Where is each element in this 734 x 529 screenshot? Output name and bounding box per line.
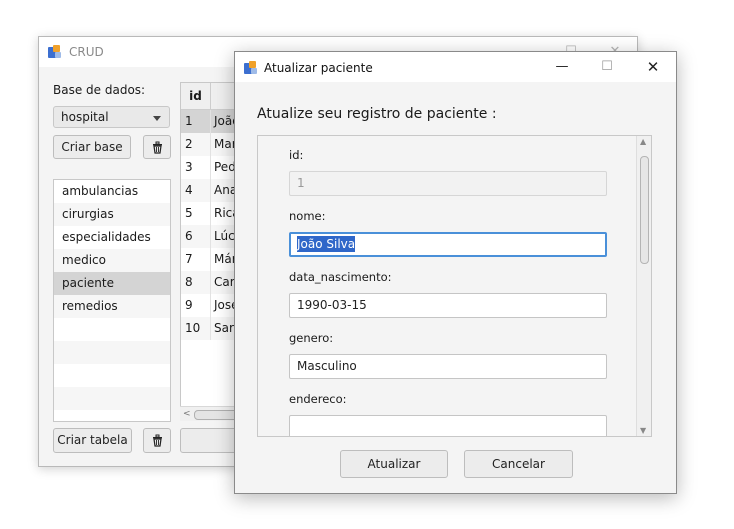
table-row[interactable]: 8 Carl xyxy=(181,271,239,294)
cell-id: 8 xyxy=(181,271,211,294)
trash-icon xyxy=(153,434,162,447)
database-select-value: hospital xyxy=(61,110,109,124)
table-row[interactable]: 7 Már xyxy=(181,248,239,271)
close-icon[interactable]: ✕ xyxy=(631,52,675,82)
scroll-up-icon[interactable]: ▲ xyxy=(640,137,646,146)
nome-field-value: João Silva xyxy=(297,236,356,252)
create-table-button[interactable]: Criar tabela xyxy=(53,428,132,453)
list-item-selected[interactable]: paciente xyxy=(54,272,170,295)
delete-database-button[interactable] xyxy=(143,135,171,159)
cell-id: 6 xyxy=(181,225,211,248)
database-select[interactable]: hospital xyxy=(53,106,170,128)
cell-id: 2 xyxy=(181,133,211,156)
maximize-icon[interactable]: ☐ xyxy=(585,52,629,82)
cell-id: 9 xyxy=(181,294,211,317)
list-item-empty xyxy=(54,387,170,410)
scrollbar-thumb[interactable] xyxy=(640,156,649,264)
trash-icon xyxy=(153,141,162,154)
cancel-button[interactable]: Cancelar xyxy=(464,450,573,478)
scroll-left-icon[interactable]: < xyxy=(183,409,191,419)
list-item-empty xyxy=(54,364,170,387)
nome-label: nome: xyxy=(289,209,326,223)
table-row[interactable]: 5 Rica xyxy=(181,202,239,225)
cell-id: 5 xyxy=(181,202,211,225)
app-icon xyxy=(244,61,258,75)
table-row[interactable]: 3 Ped xyxy=(181,156,239,179)
table-header: id xyxy=(181,83,239,110)
list-item[interactable]: medico xyxy=(54,249,170,272)
records-table[interactable]: id 1 João 2 Mar 3 Ped 4 Ana 5 Rica 6 Lúci 7 Már… xyxy=(180,82,240,420)
cell-name: Ped xyxy=(214,160,236,174)
cell-id: 7 xyxy=(181,248,211,271)
cell-id: 1 xyxy=(181,110,211,133)
id-field: 1 xyxy=(289,171,607,196)
form-scroll-area[interactable]: id: 1 nome: João Silva data_nascimento: … xyxy=(257,135,652,437)
list-item[interactable]: ambulancias xyxy=(54,180,170,203)
tables-list[interactable]: ambulancias cirurgias especialidades med… xyxy=(53,179,171,422)
delete-table-button[interactable] xyxy=(143,428,171,453)
app-icon xyxy=(48,45,62,59)
create-database-button[interactable]: Criar base xyxy=(53,135,131,159)
list-item[interactable]: remedios xyxy=(54,295,170,318)
dialog-titlebar[interactable]: Atualizar paciente — ☐ ✕ xyxy=(235,52,676,82)
list-item-empty xyxy=(54,341,170,364)
list-item-empty xyxy=(54,318,170,341)
form-vertical-scrollbar[interactable]: ▲ ▼ xyxy=(636,136,651,436)
list-item[interactable]: cirurgias xyxy=(54,203,170,226)
database-label: Base de dados: xyxy=(53,83,146,97)
table-row[interactable]: 6 Lúci xyxy=(181,225,239,248)
id-label: id: xyxy=(289,148,304,162)
dialog-title: Atualizar paciente xyxy=(264,61,373,75)
table-row[interactable]: 4 Ana xyxy=(181,179,239,202)
table-row[interactable]: 2 Mar xyxy=(181,133,239,156)
cell-id: 3 xyxy=(181,156,211,179)
cell-id: 4 xyxy=(181,179,211,202)
cell-id: 10 xyxy=(181,317,211,340)
dialog-heading: Atualize seu registro de paciente : xyxy=(257,106,497,122)
table-horizontal-scrollbar[interactable]: < xyxy=(180,406,242,421)
data-nascimento-field[interactable]: 1990-03-15 xyxy=(289,293,607,318)
table-row[interactable]: 9 José xyxy=(181,294,239,317)
column-header-id[interactable]: id xyxy=(181,83,211,109)
data-nascimento-label: data_nascimento: xyxy=(289,270,392,284)
endereco-field[interactable] xyxy=(289,415,607,436)
scroll-down-icon[interactable]: ▼ xyxy=(640,426,646,435)
minimize-icon[interactable]: — xyxy=(540,52,584,82)
crud-window-title: CRUD xyxy=(69,45,104,59)
endereco-label: endereco: xyxy=(289,392,347,406)
table-row[interactable]: 1 João xyxy=(181,110,239,133)
nome-field[interactable]: João Silva xyxy=(289,232,607,257)
update-button[interactable]: Atualizar xyxy=(340,450,448,478)
genero-field[interactable]: Masculino xyxy=(289,354,607,379)
genero-label: genero: xyxy=(289,331,334,345)
update-patient-dialog: Atualizar paciente — ☐ ✕ Atualize seu re… xyxy=(234,51,677,494)
chevron-down-icon xyxy=(153,116,161,121)
table-row[interactable]: 10 Sara xyxy=(181,317,239,340)
list-item[interactable]: especialidades xyxy=(54,226,170,249)
